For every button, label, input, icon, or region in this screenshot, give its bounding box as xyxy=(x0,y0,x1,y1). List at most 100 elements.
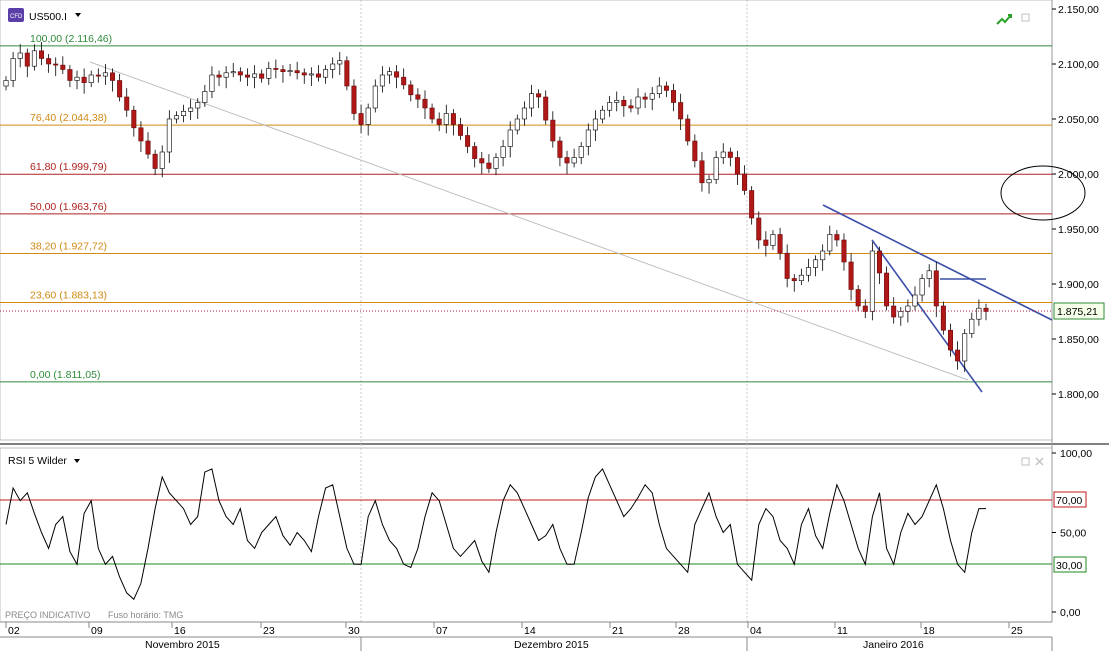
candle-body xyxy=(947,329,953,351)
indicative-price-note: PREÇO INDICATIVO xyxy=(5,610,90,620)
candle-body xyxy=(500,146,506,158)
candle-body xyxy=(124,96,130,111)
candle-body xyxy=(706,179,712,184)
candle-body xyxy=(230,71,236,74)
candle-body xyxy=(678,102,684,120)
price-tick-label: 2.050,00 xyxy=(1058,114,1099,126)
candle-body xyxy=(266,68,272,79)
candle-body xyxy=(734,157,740,175)
candle-body xyxy=(493,157,499,169)
date-tick-label: 02 xyxy=(8,625,20,637)
rsi-axis: 100,00 50,00 0,00 xyxy=(1052,448,1092,619)
price-tick-label: 2.150,00 xyxy=(1058,4,1099,16)
candle-body xyxy=(940,305,946,331)
candle-body xyxy=(933,270,939,307)
candle-body xyxy=(955,349,961,362)
candle-body xyxy=(550,119,556,142)
candle-body xyxy=(791,278,797,281)
trading-chart[interactable]: 100,00 (2.116,46) 76,40 (2.044,38) 61,80 (… xyxy=(0,0,1109,651)
candle-body xyxy=(173,115,179,120)
date-tick-label: 07 xyxy=(436,625,448,637)
candle-body xyxy=(671,90,677,103)
candle-body xyxy=(408,84,414,96)
candle-body xyxy=(663,85,669,91)
rsi-label[interactable]: RSI 5 Wilder xyxy=(8,455,67,467)
candle-body xyxy=(777,234,783,254)
candle-body xyxy=(926,270,932,279)
candle-body xyxy=(117,80,123,98)
candle-body xyxy=(244,74,250,78)
candle-body xyxy=(53,63,59,66)
candle-body xyxy=(301,72,307,76)
candle-body xyxy=(756,217,762,241)
candle-body xyxy=(287,70,293,72)
candle-body xyxy=(621,100,627,107)
rsi-30-label: 30,00 xyxy=(1056,560,1082,572)
candle-body xyxy=(557,140,563,158)
candle-body xyxy=(110,72,116,81)
rsi-tick-label: 100,00 xyxy=(1060,448,1092,460)
candle-body xyxy=(24,52,30,67)
candle-body xyxy=(102,72,108,77)
fib-label: 76,40 (2.044,38) xyxy=(30,112,107,124)
candle-body xyxy=(770,234,776,246)
candle-body xyxy=(365,107,371,125)
month-label: Novembro 2015 xyxy=(145,639,220,651)
candle-body xyxy=(521,107,527,120)
candle-body xyxy=(685,118,691,142)
candle-body xyxy=(429,107,435,120)
candle-body xyxy=(31,50,37,67)
candle-body xyxy=(862,305,868,312)
candle-body xyxy=(834,234,840,241)
fib-label: 50,00 (1.963,76) xyxy=(30,201,107,213)
candle-body xyxy=(813,259,819,268)
date-tick-label: 28 xyxy=(678,625,690,637)
candle-body xyxy=(10,58,16,81)
month-label: Janeiro 2016 xyxy=(863,639,924,651)
candle-body xyxy=(763,239,769,246)
candle-body xyxy=(798,274,804,282)
candle-body xyxy=(436,118,442,125)
candle-body xyxy=(443,113,449,125)
candle-body xyxy=(564,157,570,164)
candle-body xyxy=(628,105,634,109)
candle-body xyxy=(259,73,265,79)
candle-body xyxy=(699,160,705,184)
candle-body xyxy=(209,74,215,92)
candle-body xyxy=(237,71,243,76)
instrument-symbol[interactable]: US500.I xyxy=(29,11,67,23)
candle-body xyxy=(720,151,726,158)
candle-body xyxy=(67,69,73,81)
candle-body xyxy=(74,76,80,81)
candle-body xyxy=(514,118,520,131)
date-tick-label: 25 xyxy=(1011,625,1023,637)
date-tick-label: 14 xyxy=(524,625,536,637)
rsi-70-label: 70,00 xyxy=(1056,495,1082,507)
date-tick-label: 16 xyxy=(174,625,186,637)
candle-body xyxy=(195,102,201,109)
candle-body xyxy=(543,96,549,121)
candle-body xyxy=(422,98,428,109)
rsi-tick-label: 0,00 xyxy=(1060,607,1081,619)
candle-body xyxy=(536,93,542,98)
candle-body xyxy=(855,289,861,307)
candle-body xyxy=(138,127,144,142)
candle-body xyxy=(457,124,463,136)
candle-body xyxy=(330,63,336,70)
candle-body xyxy=(60,64,66,70)
candle-body xyxy=(372,85,378,109)
candle-body xyxy=(401,76,407,86)
candle-body xyxy=(884,272,890,307)
date-tick-label: 04 xyxy=(750,625,762,637)
candle-body xyxy=(358,113,364,125)
candle-body xyxy=(315,73,321,78)
date-tick-label: 09 xyxy=(91,625,103,637)
candle-body xyxy=(919,278,925,296)
candle-body xyxy=(415,94,421,100)
candle-body xyxy=(465,135,471,147)
candle-body xyxy=(323,69,329,78)
candle-body xyxy=(578,146,584,158)
date-tick-label: 18 xyxy=(923,625,935,637)
candle-body xyxy=(869,250,875,312)
candle-body xyxy=(692,140,698,162)
